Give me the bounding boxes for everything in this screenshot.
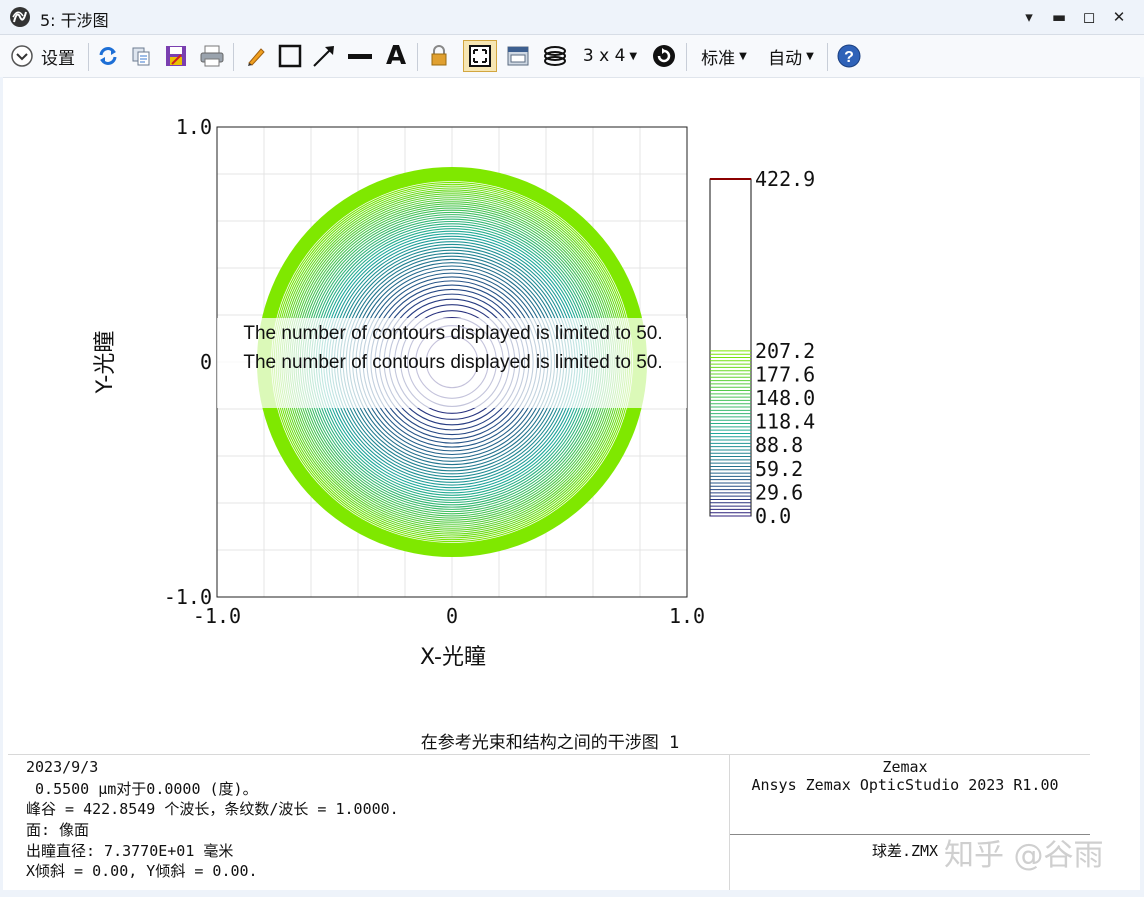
colorbar-label: 148.0 — [755, 386, 815, 410]
y-axis-label: Y-光瞳 — [93, 331, 118, 395]
x-tick-label: 0 — [446, 604, 458, 628]
y-tick-label: 1.0 — [176, 115, 212, 139]
colorbar-label: 88.8 — [755, 433, 803, 457]
info-pupil-diameter: 出瞳直径: 7.3770E+01 毫米 — [26, 842, 234, 860]
colorbar: 422.9 207.2177.6148.0118.488.859.229.60.0 — [709, 167, 815, 528]
info-peak-valley: 峰谷 = 422.8549 个波长，条纹数/波长 = 1.0000. — [26, 800, 399, 818]
y-tick-label: 0 — [200, 350, 212, 374]
info-tilt: X倾斜 = 0.00, Y倾斜 = 0.00. — [26, 862, 258, 880]
contour-limit-notice: The number of contours displayed is limi… — [243, 323, 662, 344]
colorbar-label: 422.9 — [755, 167, 815, 191]
watermark: 知乎 @谷雨 — [944, 838, 1104, 873]
contour-limit-notice: The number of contours displayed is limi… — [243, 352, 662, 373]
colorbar-frame — [709, 178, 752, 517]
info-company: Zemax — [882, 758, 928, 776]
colorbar-label: 177.6 — [755, 362, 815, 386]
colorbar-label: 207.2 — [755, 339, 815, 363]
x-tick-label: 1.0 — [669, 604, 705, 628]
info-product: Ansys Zemax OpticStudio 2023 R1.00 — [751, 776, 1059, 794]
colorbar-label: 29.6 — [755, 480, 803, 504]
colorbar-label: 118.4 — [755, 410, 815, 434]
plot-title: 在参考光束和结构之间的干涉图 1 — [420, 733, 680, 753]
window-frame-bottom — [0, 890, 1144, 897]
info-surface: 面: 像面 — [26, 821, 90, 839]
colorbar-label: 59.2 — [755, 457, 803, 481]
interferogram-plot: The number of contours displayed is limi… — [93, 115, 815, 670]
x-axis-label: X-光瞳 — [420, 645, 486, 670]
y-tick-label: -1.0 — [164, 585, 212, 609]
info-wavelength: 0.5500 µm对于0.0000 (度)。 — [26, 780, 258, 798]
info-date: 2023/9/3 — [26, 758, 99, 776]
colorbar-label: 0.0 — [755, 504, 791, 528]
